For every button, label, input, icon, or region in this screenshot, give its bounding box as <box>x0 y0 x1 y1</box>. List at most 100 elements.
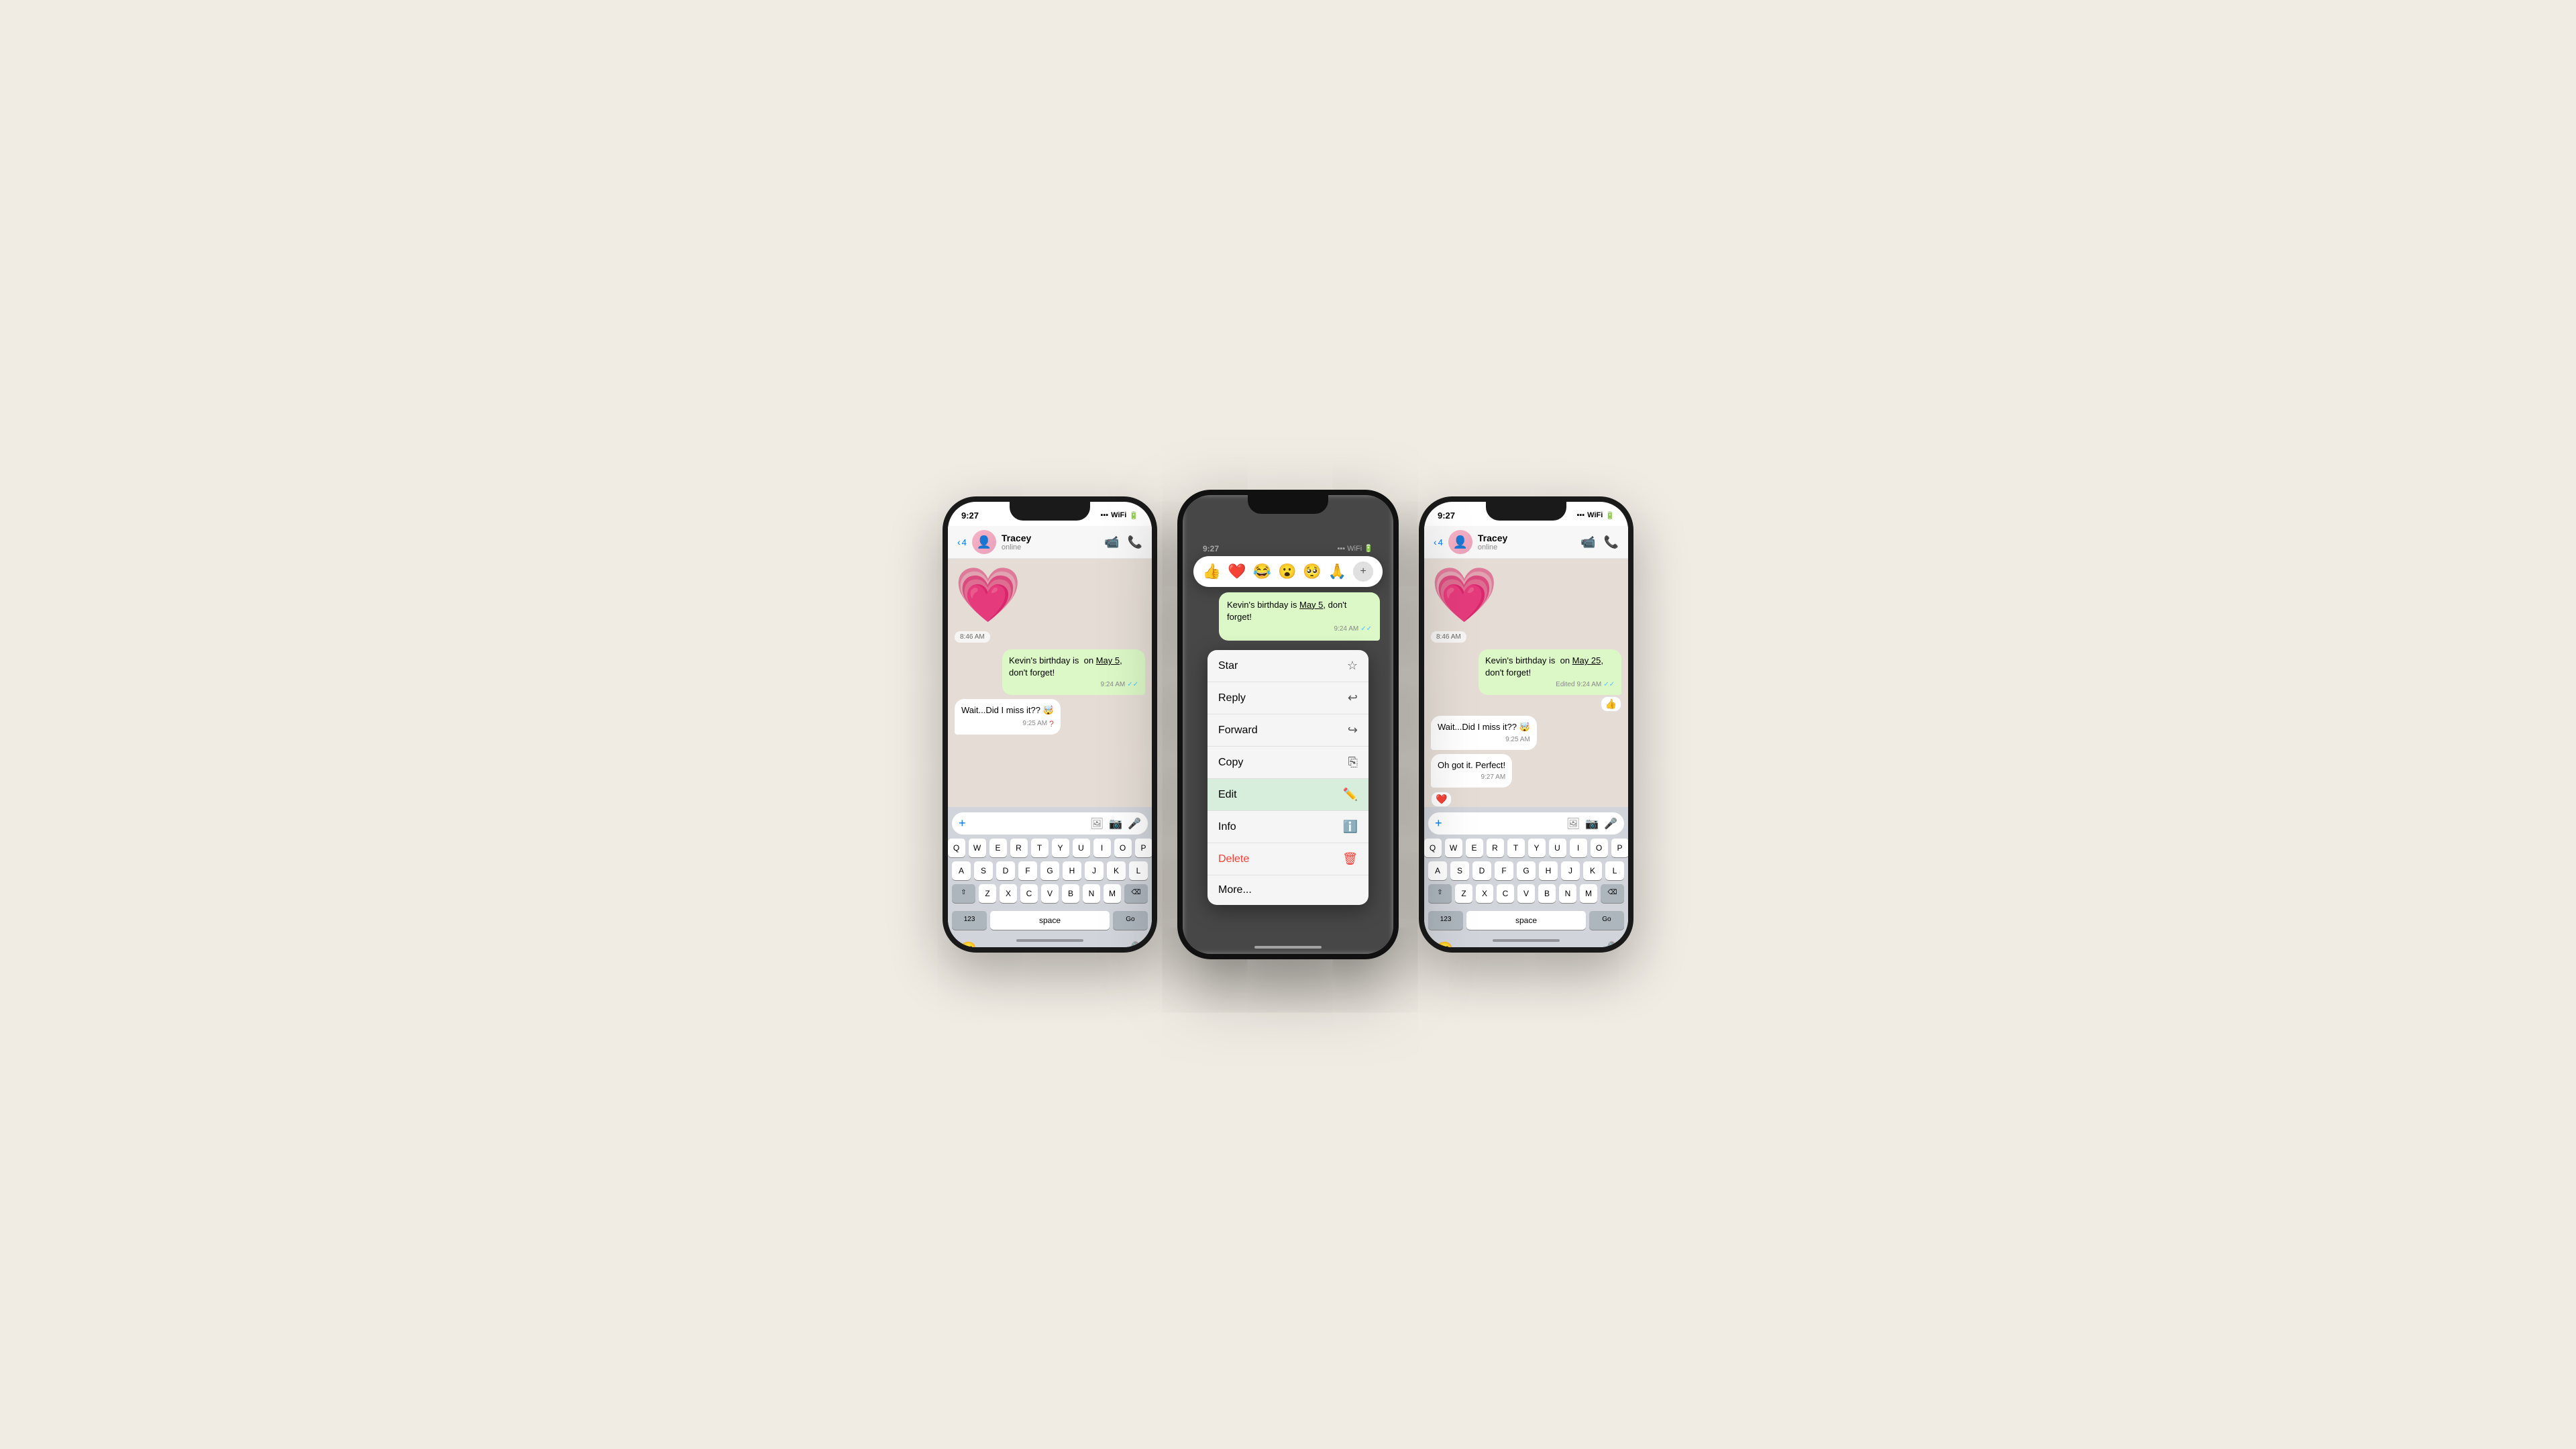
key-a-r[interactable]: A <box>1428 861 1447 880</box>
key-z[interactable]: Z <box>979 884 996 903</box>
key-l-r[interactable]: L <box>1605 861 1624 880</box>
key-s-r[interactable]: S <box>1450 861 1469 880</box>
key-i-r[interactable]: I <box>1570 839 1587 857</box>
menu-label-copy: Copy <box>1218 757 1243 769</box>
key-n[interactable]: N <box>1083 884 1100 903</box>
key-space-left[interactable]: space <box>990 911 1110 930</box>
key-u-r[interactable]: U <box>1549 839 1566 857</box>
camera-icon-left[interactable]: 📷 <box>1109 817 1122 830</box>
key-123-right[interactable]: 123 <box>1428 911 1463 930</box>
menu-item-reply[interactable]: Reply ↩ <box>1208 682 1368 714</box>
key-l[interactable]: L <box>1129 861 1148 880</box>
key-m[interactable]: M <box>1104 884 1121 903</box>
key-q[interactable]: Q <box>948 839 965 857</box>
key-v-r[interactable]: V <box>1517 884 1535 903</box>
menu-item-more[interactable]: More... <box>1208 875 1368 905</box>
key-t[interactable]: T <box>1031 839 1049 857</box>
key-y[interactable]: Y <box>1052 839 1069 857</box>
key-p[interactable]: P <box>1135 839 1152 857</box>
menu-item-star[interactable]: Star ☆ <box>1208 650 1368 682</box>
key-q-r[interactable]: Q <box>1424 839 1442 857</box>
emoji-icon-right[interactable]: 😊 <box>1436 941 1453 953</box>
key-123-left[interactable]: 123 <box>952 911 987 930</box>
key-c[interactable]: C <box>1020 884 1038 903</box>
key-go-right[interactable]: Go <box>1589 911 1624 930</box>
key-j-r[interactable]: J <box>1561 861 1580 880</box>
reaction-heart[interactable]: ❤️ <box>1228 563 1246 580</box>
key-r[interactable]: R <box>1010 839 1028 857</box>
key-d-r[interactable]: D <box>1472 861 1491 880</box>
reply-icon: ↩ <box>1348 691 1358 705</box>
key-b-r[interactable]: B <box>1538 884 1556 903</box>
phone-icon-left[interactable]: 📞 <box>1128 535 1142 549</box>
phone-left: 9:27 ▪▪▪ WiFi 🔋 ‹ 4 👤 Tracey online 📹 📞 <box>943 496 1157 953</box>
key-h[interactable]: H <box>1063 861 1081 880</box>
key-w[interactable]: W <box>969 839 986 857</box>
mic-icon-right[interactable]: 🎤 <box>1604 817 1617 830</box>
key-e[interactable]: E <box>989 839 1007 857</box>
sticker-icon-right[interactable]: 🖼 <box>1566 817 1580 830</box>
plus-icon-left[interactable]: + <box>959 816 966 830</box>
key-u[interactable]: U <box>1073 839 1090 857</box>
key-x-r[interactable]: X <box>1476 884 1493 903</box>
reaction-sad[interactable]: 🥺 <box>1303 563 1321 580</box>
key-b[interactable]: B <box>1062 884 1079 903</box>
key-a[interactable]: A <box>952 861 971 880</box>
back-button-right[interactable]: ‹ 4 <box>1434 537 1443 547</box>
key-z-r[interactable]: Z <box>1455 884 1472 903</box>
reaction-thumb[interactable]: 👍 <box>1203 563 1221 580</box>
key-y-r[interactable]: Y <box>1528 839 1546 857</box>
mic-bottom-icon-left[interactable]: 🎤 <box>1123 941 1140 953</box>
key-c-r[interactable]: C <box>1497 884 1514 903</box>
key-f-r[interactable]: F <box>1495 861 1513 880</box>
key-i[interactable]: I <box>1093 839 1111 857</box>
key-m-r[interactable]: M <box>1580 884 1597 903</box>
key-o[interactable]: O <box>1114 839 1132 857</box>
key-shift-left[interactable]: ⇧ <box>952 884 975 903</box>
key-j[interactable]: J <box>1085 861 1104 880</box>
key-t-r[interactable]: T <box>1507 839 1525 857</box>
key-go-left[interactable]: Go <box>1113 911 1148 930</box>
key-g-r[interactable]: G <box>1517 861 1536 880</box>
key-delete-right[interactable]: ⌫ <box>1601 884 1624 903</box>
key-n-r[interactable]: N <box>1559 884 1576 903</box>
key-x[interactable]: X <box>1000 884 1017 903</box>
video-icon-left[interactable]: 📹 <box>1104 535 1119 549</box>
plus-icon-right[interactable]: + <box>1435 816 1442 830</box>
key-d[interactable]: D <box>996 861 1015 880</box>
key-w-r[interactable]: W <box>1445 839 1462 857</box>
sticker-icon-left[interactable]: 🖼 <box>1090 817 1104 830</box>
video-icon-right[interactable]: 📹 <box>1580 535 1595 549</box>
camera-icon-right[interactable]: 📷 <box>1585 817 1599 830</box>
key-e-r[interactable]: E <box>1466 839 1483 857</box>
key-g[interactable]: G <box>1040 861 1059 880</box>
context-menu: Star ☆ Reply ↩ Forward ↪ Copy ⎘ Edit ✏ <box>1208 650 1368 905</box>
menu-item-delete[interactable]: Delete 🗑 <box>1208 843 1368 875</box>
reaction-more[interactable]: + <box>1353 561 1373 582</box>
key-delete-left[interactable]: ⌫ <box>1124 884 1148 903</box>
menu-item-edit[interactable]: Edit ✏️ <box>1208 779 1368 811</box>
home-indicator-right <box>1493 939 1560 942</box>
reaction-laugh[interactable]: 😂 <box>1253 563 1271 580</box>
mic-icon-left[interactable]: 🎤 <box>1128 817 1141 830</box>
back-button-left[interactable]: ‹ 4 <box>957 537 967 547</box>
reaction-pray[interactable]: 🙏 <box>1328 563 1346 580</box>
reaction-wow[interactable]: 😮 <box>1278 563 1296 580</box>
key-f[interactable]: F <box>1018 861 1037 880</box>
menu-item-copy[interactable]: Copy ⎘ <box>1208 747 1368 779</box>
key-r-r[interactable]: R <box>1487 839 1504 857</box>
menu-item-info[interactable]: Info ℹ️ <box>1208 811 1368 843</box>
phone-icon-right[interactable]: 📞 <box>1604 535 1619 549</box>
menu-item-forward[interactable]: Forward ↪ <box>1208 714 1368 747</box>
key-space-right[interactable]: space <box>1466 911 1586 930</box>
mic-bottom-icon-right[interactable]: 🎤 <box>1599 941 1616 953</box>
key-k[interactable]: K <box>1107 861 1126 880</box>
key-s[interactable]: S <box>974 861 993 880</box>
key-p-r[interactable]: P <box>1611 839 1629 857</box>
key-shift-right[interactable]: ⇧ <box>1428 884 1452 903</box>
key-o-r[interactable]: O <box>1591 839 1608 857</box>
key-v[interactable]: V <box>1041 884 1059 903</box>
emoji-icon-left[interactable]: 😊 <box>960 941 977 953</box>
key-h-r[interactable]: H <box>1539 861 1558 880</box>
key-k-r[interactable]: K <box>1583 861 1602 880</box>
